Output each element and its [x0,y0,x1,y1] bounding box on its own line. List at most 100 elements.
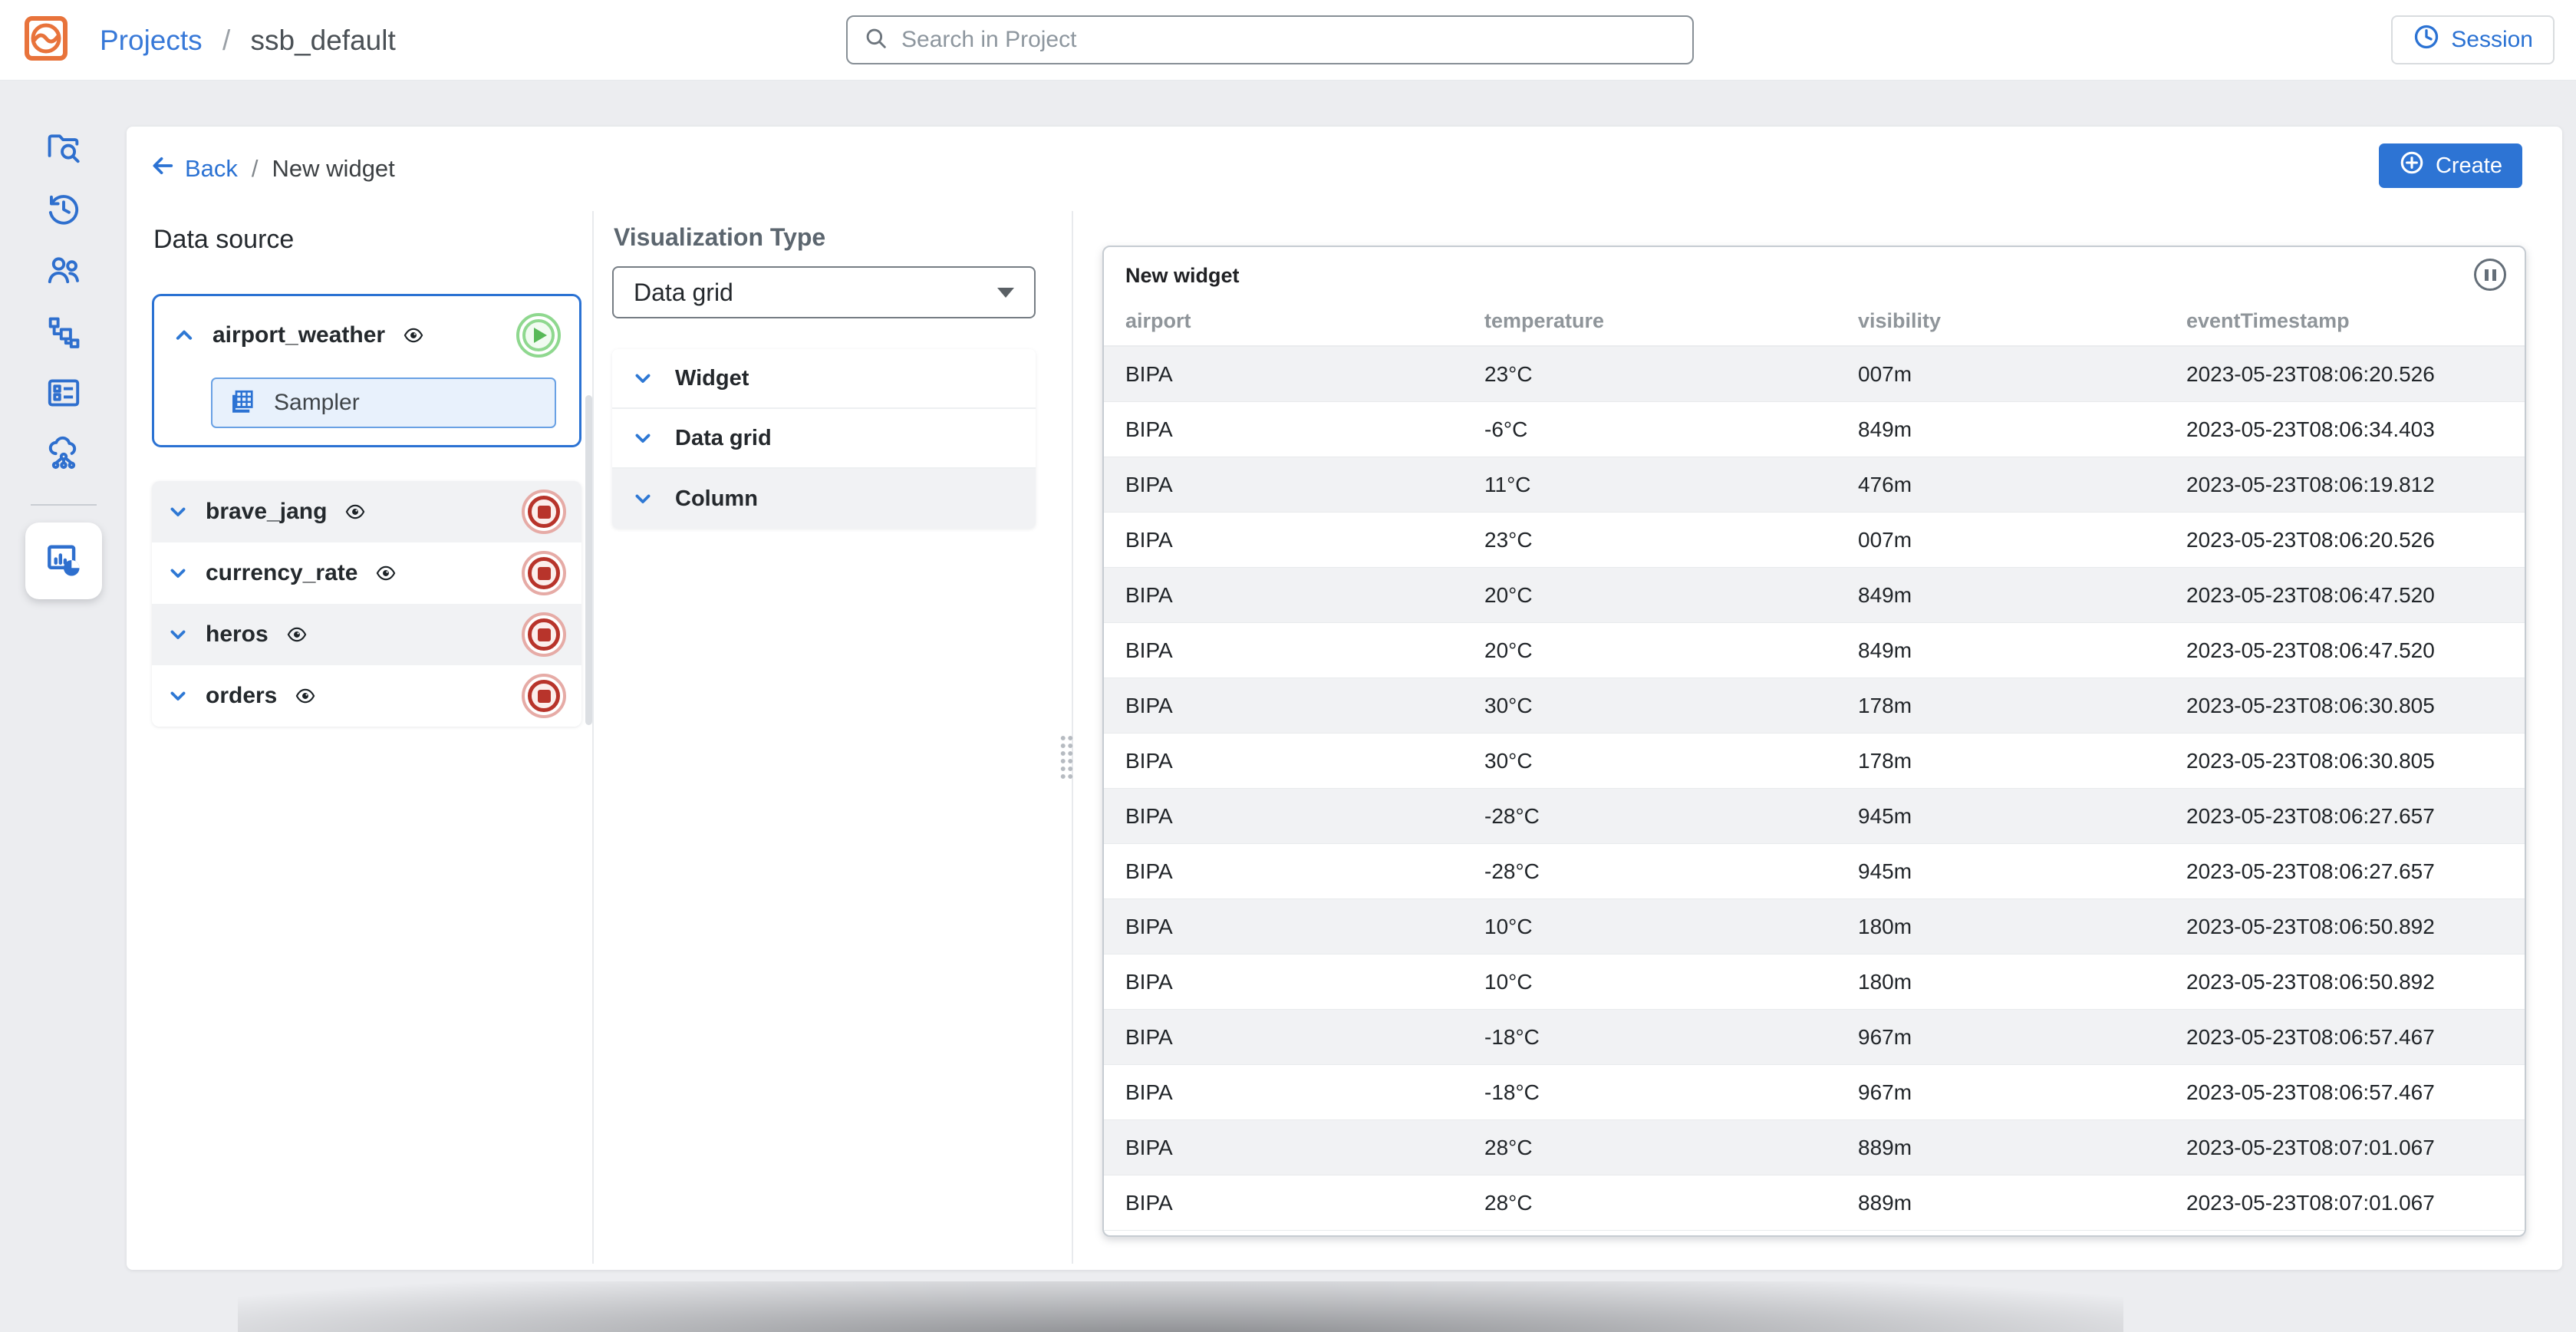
pause-icon [2485,269,2489,281]
table-cell: BIPA [1125,473,1484,497]
chevron-down-icon[interactable] [632,368,654,389]
source-card-airport-weather[interactable]: airport_weather Sampler [152,294,581,447]
table-cell: 945m [1858,804,2186,829]
sidebar-item-job-flow[interactable] [39,308,88,357]
table-cell: 849m [1858,638,2186,663]
source-name: brave_jang [206,499,327,525]
sidebar-item-users[interactable] [39,246,88,295]
table-cell: 28°C [1484,1136,1858,1160]
stop-button[interactable] [522,674,566,718]
chevron-down-icon[interactable] [167,685,189,707]
scrollbar-thumb[interactable] [585,395,592,725]
chevron-down-icon[interactable] [632,488,654,509]
visualization-type-select[interactable]: Data grid [612,266,1036,318]
source-row[interactable]: heros [152,604,581,665]
play-button[interactable] [516,313,561,358]
sidebar-item-history[interactable] [39,185,88,234]
back-link[interactable]: Back [150,153,238,185]
sampler-item[interactable]: Sampler [211,378,556,428]
eye-icon[interactable] [282,624,311,645]
create-button[interactable]: Create [2379,143,2522,188]
play-icon [522,319,555,351]
table-cell: BIPA [1125,528,1484,552]
session-button[interactable]: Session [2391,15,2555,64]
table-cell: 10°C [1484,915,1858,939]
stop-button[interactable] [522,612,566,657]
table-cell: 889m [1858,1136,2186,1160]
sidebar-item-cloud-connections[interactable] [39,430,88,480]
table-cell: 849m [1858,417,2186,442]
table-cell: BIPA [1125,638,1484,663]
eye-icon[interactable] [371,562,400,584]
panel-divider [592,211,594,1264]
pause-button[interactable] [2474,259,2506,291]
table-cell: 007m [1858,362,2186,387]
sidebar-item-table-list[interactable] [39,369,88,418]
table-cell: BIPA [1125,804,1484,829]
sidebar-item-widgets-dashboard[interactable] [25,523,102,599]
table-cell: BIPA [1125,1136,1484,1160]
table-cell: 180m [1858,915,2186,939]
table-cell: 2023-05-23T08:06:19.812 [2186,473,2503,497]
table-cell: 2023-05-23T08:06:47.520 [2186,583,2503,608]
resize-handle[interactable] [1059,734,1074,780]
table-cell: 2023-05-23T08:06:27.657 [2186,804,2503,829]
widget-preview-card: New widget airporttemperaturevisibilitye… [1102,246,2526,1237]
table-cell: 945m [1858,859,2186,884]
nav-projects-link[interactable]: Projects [100,25,203,56]
table-cell: 849m [1858,583,2186,608]
table-cell: 30°C [1484,749,1858,773]
table-cell: BIPA [1125,749,1484,773]
viz-section-widget[interactable]: Widget [612,349,1036,409]
table-cell: 20°C [1484,638,1858,663]
caret-down-icon [997,288,1014,298]
eye-icon[interactable] [399,325,428,346]
table-cell: -6°C [1484,417,1858,442]
table-cell: BIPA [1125,1025,1484,1050]
column-header-airport: airport [1125,309,1484,333]
table-cell: 180m [1858,970,2186,994]
sidebar-item-folder-search[interactable] [39,124,88,173]
page-breadcrumb: Back / New widget [150,153,395,185]
table-cell: -18°C [1484,1025,1858,1050]
chevron-down-icon[interactable] [167,501,189,523]
table-cell: 2023-05-23T08:06:30.805 [2186,749,2503,773]
rail-divider [31,504,97,506]
table-row: BIPA20°C849m2023-05-23T08:06:47.520 [1104,623,2525,678]
source-row[interactable]: orders [152,665,581,727]
table-cell: 2023-05-23T08:06:20.526 [2186,528,2503,552]
table-cell: 476m [1858,473,2186,497]
viz-section-column[interactable]: Column [612,469,1036,529]
widget-title-row: New widget [1104,247,2525,296]
table-cell: BIPA [1125,694,1484,718]
table-row: BIPA-18°C967m2023-05-23T08:06:57.467 [1104,1065,2525,1120]
table-cell: 2023-05-23T08:07:01.067 [2186,1136,2503,1160]
eye-icon[interactable] [291,685,320,707]
grid-body[interactable]: BIPA23°C007m2023-05-23T08:06:20.526BIPA-… [1104,347,2525,1234]
source-row[interactable]: brave_jang [152,481,581,542]
search-input[interactable] [901,27,1677,53]
project-search[interactable] [846,15,1694,64]
stop-icon [528,496,560,528]
data-source-title: Data source [153,225,294,255]
chevron-down-icon[interactable] [167,562,189,584]
table-cell: 2023-05-23T08:06:57.467 [2186,1025,2503,1050]
chevron-down-icon[interactable] [167,624,189,645]
source-name: currency_rate [206,560,357,586]
project-name: ssb_default [251,25,396,56]
viz-section-data-grid[interactable]: Data grid [612,409,1036,469]
brand: Projects / ssb_default [21,0,396,81]
table-cell: BIPA [1125,970,1484,994]
search-icon [863,25,889,55]
eye-icon[interactable] [341,501,370,523]
chevron-down-icon[interactable] [632,427,654,449]
users-icon [44,250,84,292]
source-row[interactable]: currency_rate [152,542,581,604]
grid-header-row: airporttemperaturevisibilityeventTimesta… [1104,296,2525,347]
chevron-up-icon[interactable] [173,324,196,347]
table-cell: 28°C [1484,1191,1858,1215]
stop-button[interactable] [522,551,566,595]
sampler-label: Sampler [274,390,360,416]
page-title: New widget [272,155,395,183]
stop-button[interactable] [522,490,566,534]
